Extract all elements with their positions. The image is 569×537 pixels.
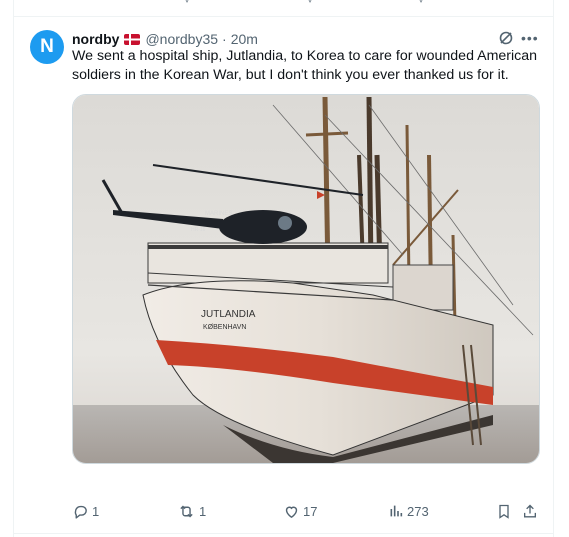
reply-count: 1 bbox=[92, 503, 100, 519]
previous-views-icon: ▿ bbox=[418, 0, 436, 6]
reply-icon bbox=[74, 505, 87, 519]
helicopter-code: HR-16 bbox=[191, 227, 206, 233]
share-icon bbox=[524, 504, 536, 517]
ship-port-text: KØBENHAVN bbox=[203, 324, 246, 331]
heart-icon bbox=[285, 506, 298, 518]
timeline-border-left bbox=[13, 0, 14, 537]
views-icon bbox=[390, 505, 403, 517]
display-name[interactable]: nordby bbox=[72, 31, 119, 47]
ship-name-text: JUTLANDIA bbox=[201, 309, 256, 320]
bookmark-button[interactable] bbox=[496, 502, 512, 520]
tweet-text: We sent a hospital ship, Jutlandia, to K… bbox=[72, 48, 538, 83]
user-handle[interactable]: @nordby35 bbox=[145, 31, 218, 47]
tweet-header: nordby @nordby35 · 20m bbox=[72, 30, 258, 48]
previous-repost-icon: ▿ bbox=[184, 0, 202, 6]
header-dot: · bbox=[222, 31, 227, 47]
bookmark-icon bbox=[499, 504, 509, 519]
tweet-separator bbox=[14, 16, 553, 17]
previous-tweet-actions-fragment: ▿ ▿ ▿ bbox=[14, 0, 553, 16]
reply-button[interactable]: 1 bbox=[72, 502, 99, 520]
avatar[interactable]: N bbox=[30, 30, 64, 64]
repost-icon bbox=[180, 505, 193, 517]
helicopter-text: MARINES bbox=[205, 211, 232, 217]
tweet-actions: 1 1 17 273 bbox=[72, 502, 542, 520]
tweet-image[interactable]: JUTLANDIA KØBENHAVN MARINES HR-16 bbox=[72, 94, 540, 464]
views-button[interactable]: 273 bbox=[388, 502, 429, 520]
like-button[interactable]: 17 bbox=[283, 502, 317, 520]
views-count: 273 bbox=[407, 503, 429, 519]
more-options-icon[interactable]: ••• bbox=[521, 30, 539, 46]
tweet-bottom-separator bbox=[14, 533, 553, 534]
previous-like-icon: ▿ bbox=[307, 0, 325, 6]
like-count: 17 bbox=[303, 503, 318, 519]
denmark-flag-icon bbox=[124, 33, 141, 45]
repost-button[interactable]: 1 bbox=[177, 502, 206, 520]
tweet-timestamp[interactable]: 20m bbox=[231, 31, 258, 47]
timeline-border-right bbox=[553, 0, 554, 537]
grok-icon[interactable] bbox=[498, 30, 514, 46]
repost-count: 1 bbox=[199, 503, 207, 519]
share-button[interactable] bbox=[522, 502, 538, 520]
